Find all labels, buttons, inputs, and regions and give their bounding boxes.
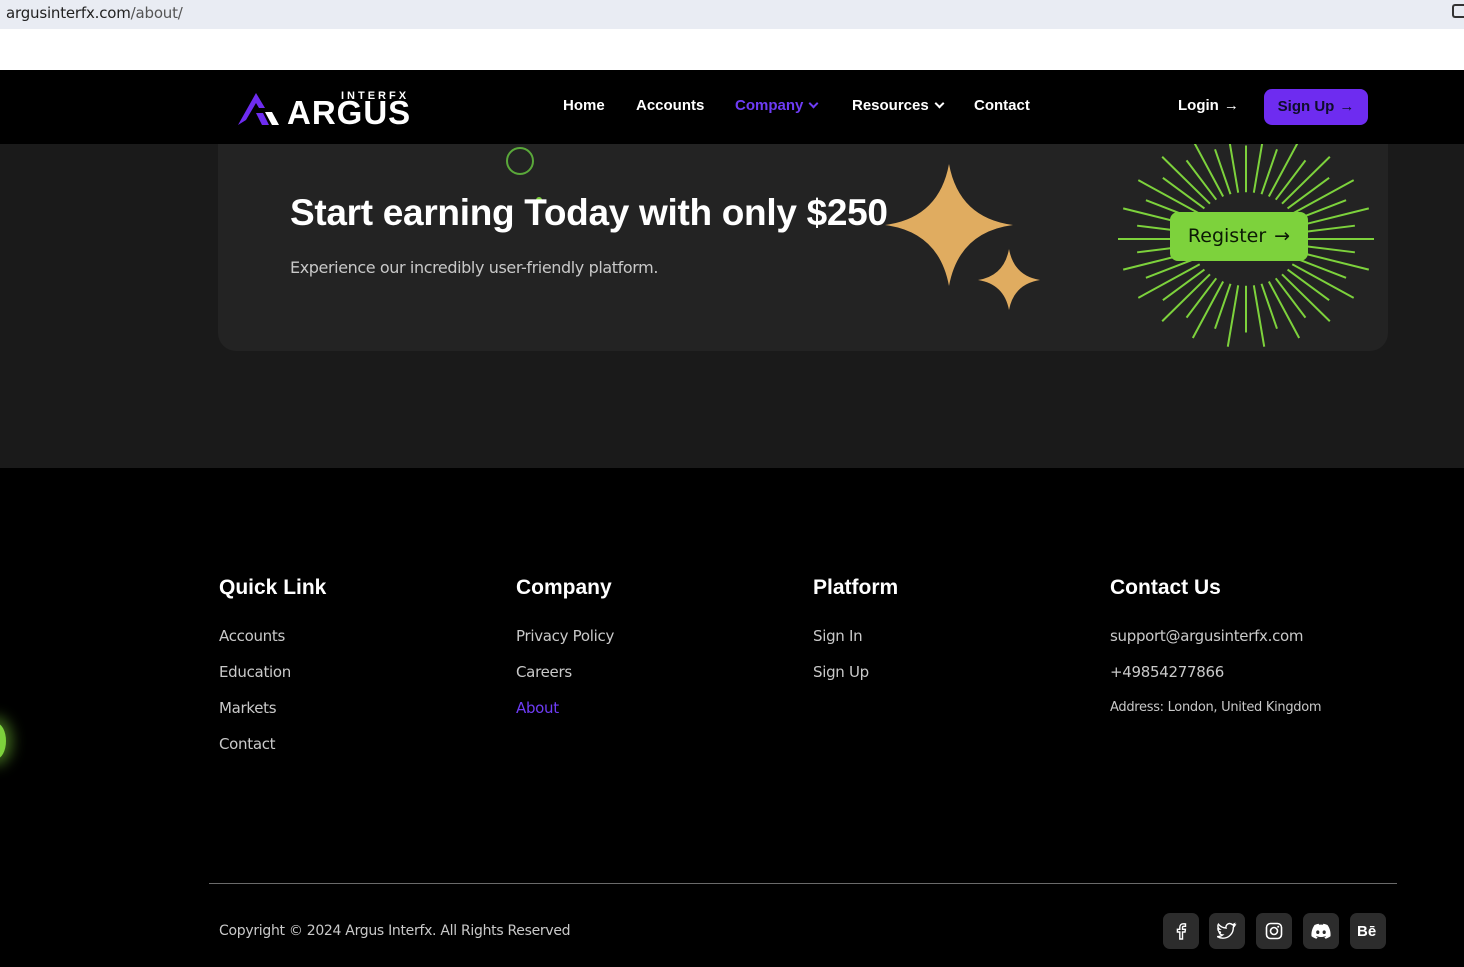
cta-subtitle: Experience our incredibly user-friendly …	[290, 258, 659, 277]
burst-ray	[1274, 277, 1307, 319]
cta-section: Start earning Today with only $250 Exper…	[0, 144, 1464, 468]
footer-contact: Contact Us support@argusinterfx.com +498…	[1110, 576, 1322, 734]
signup-label: Sign Up	[1277, 98, 1335, 115]
nav-company-label: Company	[735, 97, 804, 114]
footer-link-careers[interactable]: Careers	[516, 662, 614, 698]
star-small-icon	[978, 249, 1040, 310]
contact-address: Address: London, United Kingdom	[1110, 700, 1322, 715]
footer-link-markets[interactable]: Markets	[219, 698, 326, 734]
browser-blank-bar	[0, 29, 1464, 70]
cta-title: Start earning Today with only $250	[290, 192, 888, 233]
burst-ray	[1298, 207, 1370, 227]
burst-ray	[1185, 277, 1218, 319]
signup-button[interactable]: Sign Up →	[1264, 89, 1368, 125]
footer-platform: Platform Sign In Sign Up	[813, 576, 898, 698]
footer-link-contact[interactable]: Contact	[219, 734, 326, 770]
extension-icon[interactable]	[1452, 4, 1464, 18]
footer-link-sign-in[interactable]: Sign In	[813, 626, 898, 662]
nav-accounts[interactable]: Accounts	[636, 97, 704, 114]
logo-text: ARGUS	[287, 94, 412, 131]
facebook-icon[interactable]	[1163, 913, 1199, 949]
burst-ray	[1252, 144, 1264, 193]
burst-ray	[1298, 251, 1370, 271]
footer-link-about[interactable]: About	[516, 698, 614, 734]
svg-text:Bē: Bē	[1357, 923, 1376, 939]
footer-divider	[209, 883, 1397, 884]
footer-link-accounts[interactable]: Accounts	[219, 626, 326, 662]
register-button[interactable]: Register →	[1170, 212, 1308, 261]
nav-contact[interactable]: Contact	[974, 97, 1030, 114]
login-label: Login	[1178, 97, 1219, 114]
burst-ray	[1228, 144, 1240, 193]
star-large-icon	[885, 164, 1013, 286]
contact-phone[interactable]: +49854277866	[1110, 662, 1321, 698]
burst-ray	[1185, 159, 1218, 201]
footer-quick-links: Quick Link Accounts Education Markets Co…	[219, 576, 326, 770]
burst-ray	[1252, 285, 1266, 347]
burst-ray	[1300, 244, 1356, 254]
quick-link-heading: Quick Link	[219, 576, 327, 599]
register-label: Register	[1187, 225, 1267, 247]
url-text[interactable]: argusinterfx.com/about/	[6, 4, 183, 22]
footer-link-sign-up[interactable]: Sign Up	[813, 662, 898, 698]
login-link[interactable]: Login →	[1178, 97, 1239, 114]
url-path: /about/	[130, 4, 183, 22]
contact-email[interactable]: support@argusinterfx.com	[1110, 626, 1321, 662]
green-glow-decoration	[0, 723, 6, 759]
platform-heading: Platform	[813, 576, 899, 599]
nav-home[interactable]: Home	[563, 97, 605, 114]
url-host: argusinterfx.com	[6, 4, 131, 22]
behance-icon[interactable]: Bē	[1350, 913, 1386, 949]
contact-heading: Contact Us	[1110, 576, 1221, 599]
arrow-right-icon: →	[1274, 225, 1291, 247]
browser-url-bar[interactable]: argusinterfx.com/about/	[0, 0, 1464, 29]
ring-decoration	[506, 147, 534, 175]
twitter-icon[interactable]	[1209, 913, 1245, 949]
nav-resources[interactable]: Resources	[852, 97, 945, 114]
cta-card: Start earning Today with only $250 Exper…	[218, 144, 1388, 351]
burst-ray	[1226, 285, 1240, 347]
site-header: INTERFX ARGUS Home Accounts Company Reso…	[0, 70, 1464, 144]
chevron-down-icon	[808, 98, 819, 109]
footer-company: Company Privacy Policy Careers About	[516, 576, 614, 734]
site-footer: Quick Link Accounts Education Markets Co…	[0, 468, 1464, 967]
burst-ray	[1300, 224, 1356, 234]
copyright-text: Copyright © 2024 Argus Interfx. All Righ…	[219, 923, 571, 939]
footer-link-education[interactable]: Education	[219, 662, 326, 698]
logo-mark-icon	[238, 93, 279, 125]
company-heading: Company	[516, 576, 612, 599]
nav-company[interactable]: Company	[735, 97, 819, 114]
nav-resources-label: Resources	[852, 97, 929, 114]
chevron-down-icon	[934, 98, 945, 109]
instagram-icon[interactable]	[1256, 913, 1292, 949]
arrow-right-icon: →	[1223, 97, 1239, 114]
footer-link-privacy-policy[interactable]: Privacy Policy	[516, 626, 614, 662]
burst-ray	[1274, 159, 1307, 201]
arrow-right-icon: →	[1339, 98, 1355, 115]
discord-icon[interactable]	[1303, 913, 1339, 949]
